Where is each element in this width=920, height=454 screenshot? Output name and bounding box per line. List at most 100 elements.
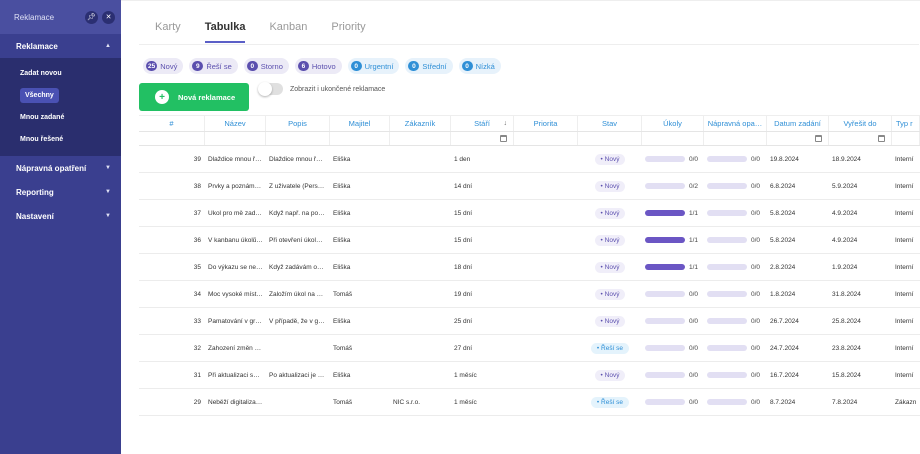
table-row[interactable]: 35 Do výkazu se ne… Když zadávám o… Eliška 1… (139, 254, 920, 281)
chip-label: Nízká (475, 61, 495, 71)
table-row[interactable]: 32 Zahození změn u… Tomáš 27 dní • Řeší se 0/… (139, 335, 920, 362)
column-filter[interactable] (205, 132, 266, 145)
column-filter[interactable] (139, 132, 205, 145)
column-header[interactable]: Datum zadání (767, 116, 829, 131)
column-header[interactable]: # (139, 116, 205, 131)
table-row[interactable]: 37 Úkol pro mě zad… Když např. na po… Elišk… (139, 200, 920, 227)
column-filter[interactable] (514, 132, 578, 145)
cell-ukoly: 1/1 (642, 210, 704, 217)
status-chip[interactable]: 9 Řeší se (189, 58, 238, 74)
column-header[interactable]: Typ r (892, 116, 920, 131)
cell-nazev: Zahození změn u… (208, 344, 265, 352)
status-badge: • Nový (594, 261, 626, 273)
status-chip[interactable]: 0 Storno (243, 58, 289, 74)
table-row[interactable]: 31 Při aktualizaci se… Po aktualizaci je …… (139, 362, 920, 389)
column-header-label: Typ r (896, 119, 913, 128)
column-header[interactable]: Stav (578, 116, 642, 131)
status-badge-label: Nový (604, 263, 620, 271)
table-row[interactable]: 39 Dlaždice mnou ř… Dlaždice mnou ř… Eliška… (139, 146, 920, 173)
sidebar-section-nastaveni[interactable]: Nastavení ▼ (0, 204, 121, 228)
show-closed-toggle[interactable] (258, 82, 283, 96)
cell-ukoly: 0/0 (642, 291, 704, 298)
status-badge: • Nový (594, 315, 626, 327)
status-chip[interactable]: 25 Nový (143, 58, 184, 74)
cell-popis: Po aktualizaci je … (269, 371, 325, 379)
sidebar-section-napravna-opatreni[interactable]: Nápravná opatření ▼ (0, 156, 121, 180)
column-header[interactable]: Zákazník (390, 116, 451, 131)
column-header[interactable]: Nápravná opa… (704, 116, 767, 131)
status-badge-label: Nový (604, 236, 620, 244)
status-chip[interactable]: 0 Urgentní (347, 58, 400, 74)
chip-label: Storno (260, 61, 283, 71)
pin-icon[interactable]: 📌︎ (85, 10, 98, 24)
cell-datum: 2.8.2024 (770, 263, 796, 271)
column-header[interactable]: Vyřešit do (829, 116, 892, 131)
sidebar-section-reklamace[interactable]: Reklamace ▲ (0, 34, 121, 58)
cell-datum: 5.8.2024 (770, 236, 796, 244)
sidebar-item-vsechny[interactable]: Všechny (0, 84, 121, 106)
calendar-icon[interactable] (815, 135, 822, 142)
cell-typ: Interní (895, 344, 914, 352)
close-icon[interactable]: ✕ (102, 10, 115, 24)
column-header[interactable]: Popis (266, 116, 330, 131)
column-filter[interactable] (451, 132, 514, 145)
table-row[interactable]: 29 Neběží digitaliza… Tomáš NIC s.r.o. 1 měs… (139, 389, 920, 416)
progress-text: 0/0 (751, 398, 761, 406)
table-row[interactable]: 34 Moc vysoké míst… Založím úkol na … Tomáš… (139, 281, 920, 308)
column-filter[interactable] (642, 132, 704, 145)
column-filter[interactable] (578, 132, 642, 145)
calendar-icon[interactable] (878, 135, 885, 142)
cell-naprava: 0/0 (704, 156, 767, 163)
chip-count: 0 (350, 61, 362, 71)
cell-typ: Interní (895, 236, 914, 244)
table-row[interactable]: 33 Pamatování v gri… V případě, že v g… Eli… (139, 308, 920, 335)
tasks-progress-bar (645, 345, 685, 351)
status-chip[interactable]: 0 Nízká (458, 58, 501, 74)
new-reklamace-button[interactable]: + Nová reklamace (139, 83, 249, 111)
tab-tabulka[interactable]: Tabulka (204, 21, 246, 43)
sidebar-item-mnou-zadane[interactable]: Mnou zadané (0, 106, 121, 128)
sidebar-section-reporting[interactable]: Reporting ▼ (0, 180, 121, 204)
cell-stari: 18 dní (454, 263, 473, 271)
column-filter[interactable] (892, 132, 920, 145)
cell-nazev: Pamatování v gri… (208, 317, 264, 325)
column-header[interactable]: Název (205, 116, 266, 131)
tab-priority[interactable]: Priority (331, 21, 365, 43)
table-row[interactable]: 38 Prvky a poznámk… Z uživatele (Pers… Eliš… (139, 173, 920, 200)
column-header[interactable]: Priorita (514, 116, 578, 131)
status-chip[interactable]: 6 Hotovo (294, 58, 342, 74)
column-filter[interactable] (266, 132, 330, 145)
sidebar-item-zadat-novou[interactable]: Zadat novou (0, 62, 121, 84)
sidebar-item-mnou-resene[interactable]: Mnou řešené (0, 128, 121, 150)
cell-datum: 16.7.2024 (770, 371, 799, 379)
corrective-progress-bar (707, 399, 747, 405)
plus-icon: + (155, 90, 169, 104)
status-badge-label: Nový (604, 155, 620, 163)
cell-vyresit: 4.9.2024 (832, 236, 858, 244)
status-badge-label: Nový (604, 317, 620, 325)
tab-kanban[interactable]: Kanban (269, 21, 307, 43)
column-filter[interactable] (330, 132, 390, 145)
column-filter[interactable] (390, 132, 451, 145)
calendar-icon[interactable] (500, 135, 507, 142)
chevron-up-icon: ▲ (105, 43, 111, 49)
column-filter[interactable] (829, 132, 892, 145)
sort-down-icon[interactable]: ↓ (504, 120, 508, 127)
status-chip[interactable]: 0 Střední (405, 58, 453, 74)
table-row[interactable]: 36 V kanbanu úkolů… Při otevření úkol… Eliš… (139, 227, 920, 254)
status-badge: • Nový (594, 207, 626, 219)
cell-nazev: V kanbanu úkolů… (208, 236, 263, 244)
column-header[interactable]: Úkoly (642, 116, 704, 131)
sidebar-submenu: Zadat novou Všechny Mnou zadané Mnou řeš… (0, 58, 121, 156)
column-filter[interactable] (767, 132, 829, 145)
tab-karty[interactable]: Karty (155, 21, 181, 43)
progress-text: 0/0 (751, 344, 761, 352)
column-header[interactable]: Stáří ↓ (451, 116, 514, 131)
cell-majitel: Eliška (333, 371, 351, 379)
chevron-down-icon: ▼ (105, 165, 111, 171)
progress-text: 0/0 (689, 398, 699, 406)
progress-fill (645, 210, 685, 216)
column-filter[interactable] (704, 132, 767, 145)
column-header[interactable]: Majitel (330, 116, 390, 131)
chip-label: Střední (422, 61, 447, 71)
